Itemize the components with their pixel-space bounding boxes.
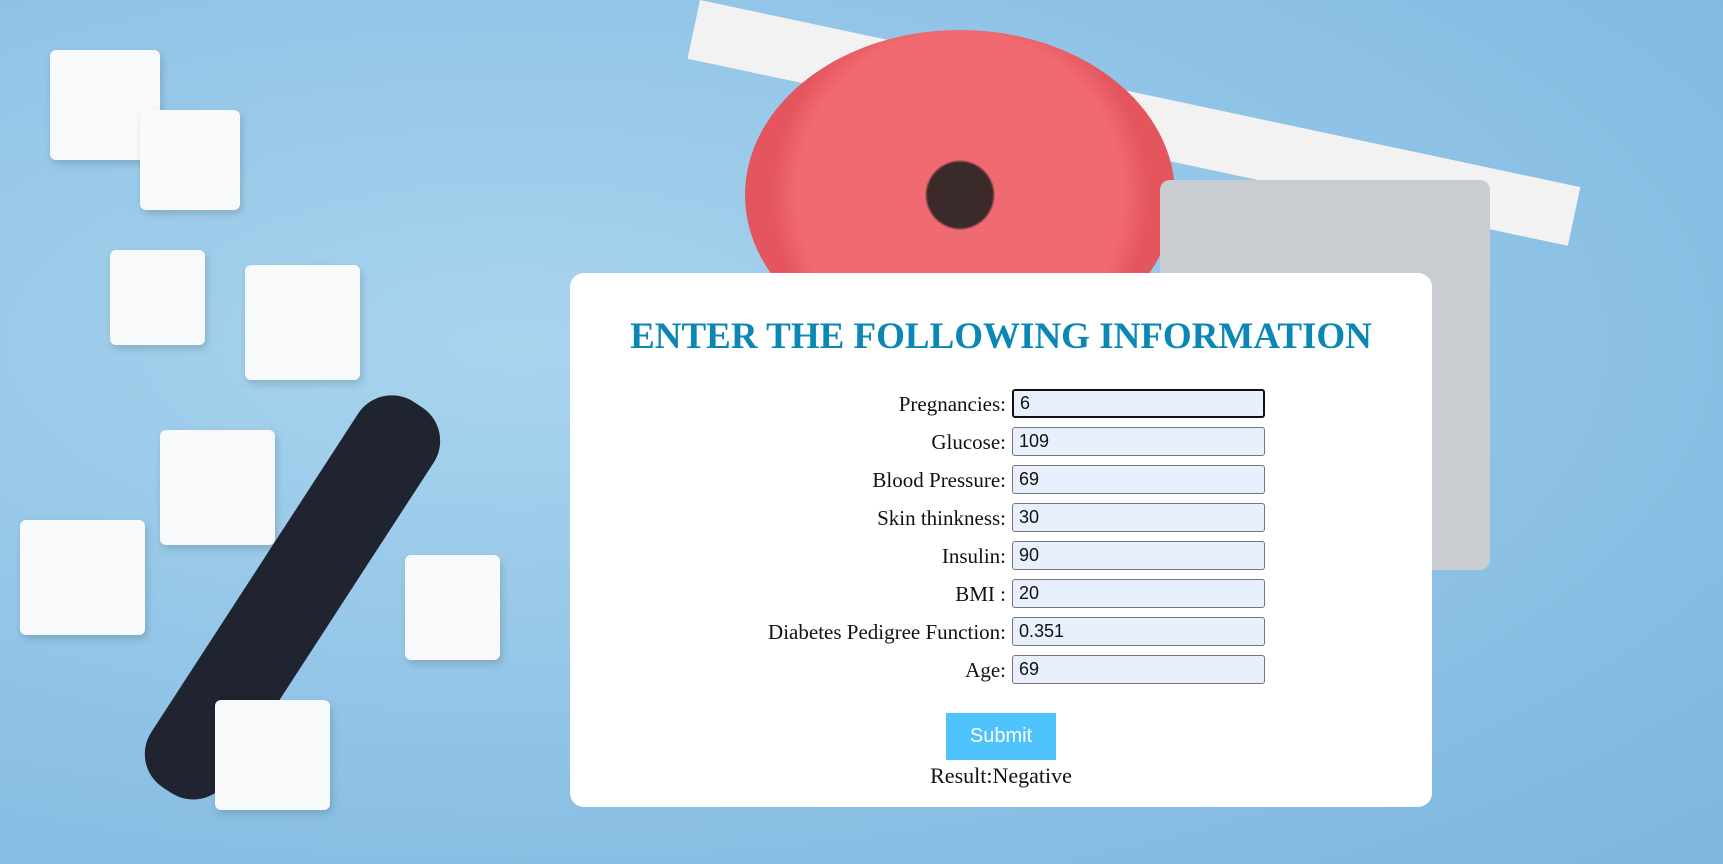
result-text: Result:Negative: [930, 763, 1072, 788]
field-label: Blood Pressure:: [872, 468, 1006, 492]
field-row-pregnancies: Pregnancies:: [570, 389, 1432, 420]
field-label: Age:: [965, 658, 1006, 682]
field-label: BMI :: [955, 582, 1006, 606]
sugar-cube-decoration: [405, 555, 500, 660]
field-label: Glucose:: [931, 430, 1006, 454]
age-input[interactable]: [1012, 655, 1265, 684]
field-label: Insulin:: [941, 544, 1006, 568]
insulin-input[interactable]: [1012, 541, 1265, 570]
field-label: Diabetes Pedigree Function:: [768, 620, 1006, 644]
blood-pressure-input[interactable]: [1012, 465, 1265, 494]
pedigree-function-input[interactable]: [1012, 617, 1265, 646]
form-title: ENTER THE FOLLOWING INFORMATION: [630, 316, 1372, 357]
field-row-bmi: BMI :: [570, 579, 1432, 610]
field-row-age: Age:: [570, 655, 1432, 686]
sugar-cube-decoration: [160, 430, 275, 545]
sugar-cube-decoration: [110, 250, 205, 345]
field-row-pedigree: Diabetes Pedigree Function:: [570, 617, 1432, 648]
skin-thickness-input[interactable]: [1012, 503, 1265, 532]
sugar-cube-decoration: [140, 110, 240, 210]
field-label: Pregnancies:: [898, 392, 1006, 416]
field-row-glucose: Glucose:: [570, 427, 1432, 458]
form-card: ENTER THE FOLLOWING INFORMATION Pregnanc…: [570, 273, 1432, 807]
field-label: Skin thinkness:: [877, 506, 1006, 530]
field-row-blood-pressure: Blood Pressure:: [570, 465, 1432, 496]
pregnancies-input[interactable]: [1012, 389, 1265, 418]
glucose-input[interactable]: [1012, 427, 1265, 456]
bmi-input[interactable]: [1012, 579, 1265, 608]
field-row-insulin: Insulin:: [570, 541, 1432, 572]
field-row-skin-thickness: Skin thinkness:: [570, 503, 1432, 534]
sugar-cube-decoration: [215, 700, 330, 810]
sugar-cube-decoration: [245, 265, 360, 380]
submit-button[interactable]: Submit: [946, 713, 1056, 760]
sugar-cube-decoration: [20, 520, 145, 635]
